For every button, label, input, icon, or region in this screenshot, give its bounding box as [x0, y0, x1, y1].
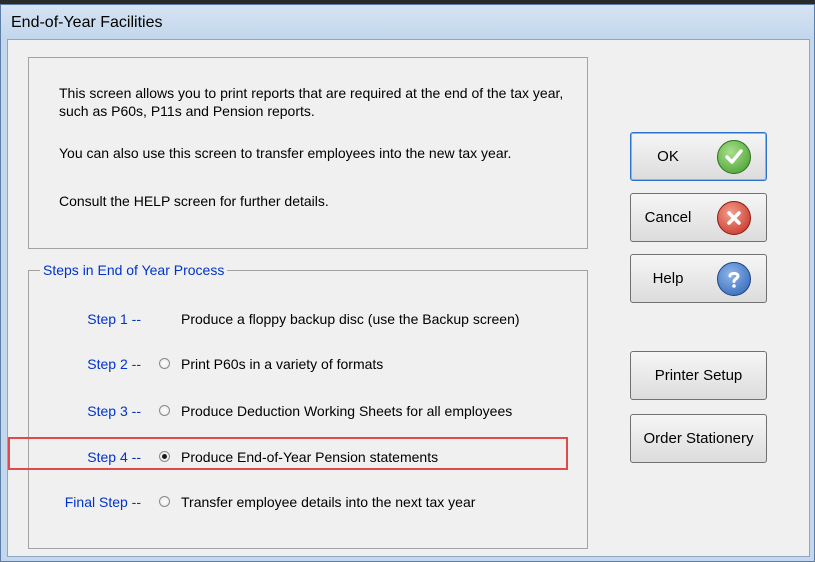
info-panel: This screen allows you to print reports …: [28, 57, 588, 249]
step-2-radio[interactable]: [159, 358, 170, 369]
info-text-3: Consult the HELP screen for further deta…: [59, 193, 329, 209]
steps-group-title: Steps in End of Year Process: [40, 262, 228, 278]
ok-button-label: OK: [657, 148, 679, 165]
ok-button[interactable]: OK: [630, 132, 767, 181]
step-2-text[interactable]: Print P60s in a variety of formats: [181, 356, 383, 372]
info-text-1: This screen allows you to print reports …: [59, 85, 564, 119]
cancel-button[interactable]: Cancel: [630, 193, 767, 242]
window-title: End-of-Year Facilities: [11, 14, 163, 31]
help-button[interactable]: Help: [630, 254, 767, 303]
cross-icon: [717, 201, 751, 235]
step-4-highlight: [8, 437, 568, 470]
printer-setup-button[interactable]: Printer Setup: [630, 351, 767, 400]
step-1-label: Step 1 --: [87, 311, 141, 327]
step-3-label: Step 3 --: [87, 403, 141, 419]
info-text-2: You can also use this screen to transfer…: [59, 145, 512, 161]
step-1-text: Produce a floppy backup disc (use the Ba…: [181, 311, 520, 327]
final-step-label: Final Step --: [64, 494, 141, 510]
step-2-label: Step 2 --: [87, 356, 141, 372]
order-stationery-button[interactable]: Order Stationery: [630, 414, 767, 463]
cancel-button-label: Cancel: [644, 209, 692, 226]
step-3-radio[interactable]: [159, 405, 170, 416]
step-3-text[interactable]: Produce Deduction Working Sheets for all…: [181, 403, 512, 419]
dialog-body: This screen allows you to print reports …: [7, 39, 810, 557]
steps-groupbox: Steps in End of Year Process Step 1 -- P…: [28, 262, 588, 549]
question-icon: [717, 262, 751, 296]
help-button-label: Help: [652, 270, 684, 287]
dialog-window: End-of-Year Facilities This screen allow…: [0, 4, 815, 562]
final-step-text[interactable]: Transfer employee details into the next …: [181, 494, 475, 510]
final-step-radio[interactable]: [159, 496, 170, 507]
title-bar[interactable]: End-of-Year Facilities: [1, 5, 814, 39]
check-icon: [717, 140, 751, 174]
